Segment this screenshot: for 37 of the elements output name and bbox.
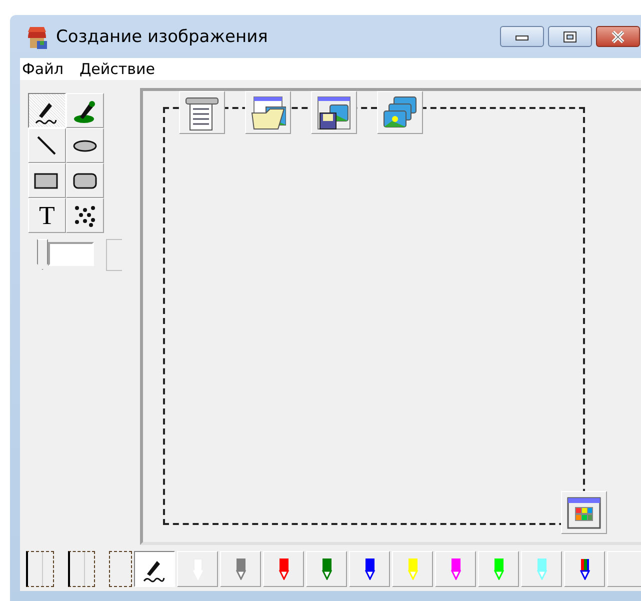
window-title: Создание изображения [56,26,268,46]
toolbar-button[interactable] [377,91,423,134]
marker-icon [536,558,546,580]
slider-thumb[interactable] [37,239,48,270]
marker-icon [278,558,288,580]
tool-button[interactable] [28,93,66,128]
marker-icon [494,558,504,580]
tool-button[interactable]: T [28,198,66,233]
minimize-icon [515,32,529,40]
toolbar-button[interactable] [245,91,291,134]
marker-icon [364,558,374,580]
maximize-button[interactable] [548,26,592,47]
panel-edge [106,239,122,271]
marker-icon [450,558,460,580]
restore-icon [563,30,577,42]
close-icon [610,30,626,44]
toolbar-button[interactable] [311,91,357,134]
panel-frame [26,550,54,586]
marker-icon [322,558,332,580]
minimize-button[interactable] [500,26,544,47]
size-slider[interactable] [37,239,94,270]
palette-window-button[interactable] [561,491,607,534]
close-button[interactable] [596,26,640,47]
folder-picture-icon [250,94,286,130]
palette-button[interactable] [134,550,175,586]
menu-item[interactable]: Действие [79,60,155,78]
save-picture-icon [316,94,352,130]
list-window-icon [184,94,220,130]
color-grid-window-icon [566,494,602,530]
pictures-stack-icon [382,94,418,130]
multicolor-marker-icon [580,558,590,580]
toolbar-button[interactable] [179,91,225,134]
menu-item[interactable]: Файл [22,60,64,78]
marker-icon [408,558,418,580]
empty-slot [109,550,132,586]
panel-frame [68,550,96,586]
marker-icon [236,558,246,580]
